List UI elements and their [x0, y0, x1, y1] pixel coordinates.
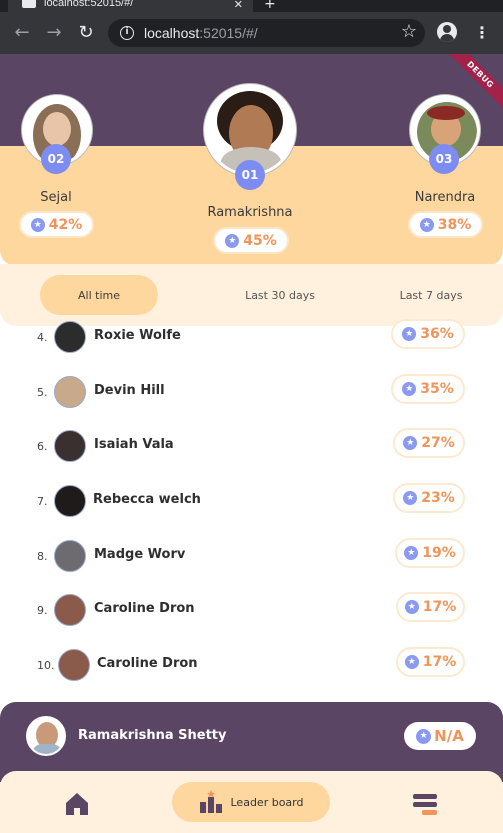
list-item[interactable]: 6. Isaiah Vala ★ 27% — [0, 420, 503, 475]
podium-percent-1: 45% — [243, 232, 277, 249]
current-user-bar: Ramakrishna Shetty ★ N/A — [0, 702, 503, 782]
row-rank: 4. — [37, 331, 48, 344]
row-percent: 19% — [422, 545, 456, 561]
list-item[interactable]: 10. Caroline Dron ★ 17% — [0, 639, 503, 694]
row-score: ★ 19% — [395, 538, 465, 568]
tab-last-7-days[interactable]: Last 7 days — [385, 275, 477, 315]
row-rank: 8. — [37, 550, 48, 563]
flutter-favicon-icon — [22, 0, 36, 8]
browser-tab[interactable]: localhost:52015/#/ ✕ — [8, 0, 253, 12]
tab-all-time[interactable]: All time — [40, 275, 158, 315]
star-badge-icon: ★ — [404, 655, 419, 669]
podium-name-2: Sejal — [40, 190, 72, 205]
current-user-percent: N/A — [434, 727, 464, 745]
row-percent: 35% — [420, 381, 454, 397]
star-badge-icon: ★ — [402, 327, 417, 341]
row-name: Isaiah Vala — [94, 437, 174, 452]
account-icon[interactable] — [437, 22, 457, 42]
row-avatar — [54, 430, 86, 462]
star-badge-icon: ★ — [225, 233, 240, 248]
row-avatar — [54, 321, 86, 353]
row-score: ★ 35% — [391, 374, 465, 404]
row-percent: 27% — [421, 435, 455, 451]
bookmark-star-icon[interactable]: ☆ — [401, 21, 417, 42]
list-item[interactable]: 8. Madge Worv ★ 19% — [0, 530, 503, 585]
row-avatar — [54, 485, 86, 517]
row-avatar — [54, 376, 86, 408]
star-badge-icon: ★ — [403, 436, 418, 450]
row-name: Rebecca welch — [93, 492, 201, 507]
reload-icon[interactable]: ↻ — [76, 23, 96, 43]
tab-last-30-days[interactable]: Last 30 days — [230, 275, 330, 315]
url-host: localhost — [144, 25, 200, 41]
row-score: ★ 17% — [396, 592, 465, 622]
podium-name-3: Narendra — [414, 190, 476, 205]
url-text: localhost:52015/#/ — [144, 25, 258, 41]
url-path: :52015/#/ — [199, 25, 258, 41]
row-avatar — [58, 649, 90, 681]
bottom-navigation: Leader board — [0, 771, 503, 833]
info-icon[interactable]: i — [120, 26, 134, 40]
current-user-score: ★ N/A — [404, 722, 476, 750]
row-percent: 36% — [420, 326, 454, 342]
current-user-name: Ramakrishna Shetty — [78, 728, 227, 743]
list-item[interactable]: 4. Roxie Wolfe ★ 36% — [0, 311, 503, 366]
podium-score-2: ★ 42% — [19, 211, 94, 238]
star-badge-icon: ★ — [404, 546, 419, 560]
podium-score-1: ★ 45% — [213, 227, 289, 254]
podium-percent-2: 42% — [48, 216, 83, 233]
browser-toolbar: ← → ↻ i localhost:52015/#/ ☆ ⋮ — [0, 12, 503, 54]
row-name: Madge Worv — [94, 547, 186, 562]
row-score: ★ 36% — [391, 319, 465, 349]
browser-menu-icon[interactable]: ⋮ — [474, 23, 490, 43]
list-item[interactable]: 9. Caroline Dron ★ 17% — [0, 584, 503, 639]
menu-icon[interactable] — [410, 789, 440, 819]
address-bar[interactable]: i localhost:52015/#/ ☆ — [108, 19, 425, 47]
star-badge-icon: ★ — [30, 217, 45, 232]
row-name: Roxie Wolfe — [94, 328, 181, 343]
row-percent: 17% — [422, 654, 457, 670]
rank-badge-3: 03 — [429, 144, 459, 174]
podium-percent-3: 38% — [437, 216, 472, 233]
new-tab-icon[interactable]: + — [264, 0, 276, 12]
star-badge-icon: ★ — [416, 728, 432, 744]
row-avatar — [54, 540, 86, 572]
star-badge-icon: ★ — [404, 600, 419, 614]
row-rank: 7. — [37, 495, 48, 508]
row-score: ★ 17% — [396, 647, 465, 677]
row-rank: 10. — [37, 659, 55, 672]
list-item[interactable]: 7. Rebecca welch ★ 23% — [0, 475, 503, 530]
tab-close-icon[interactable]: ✕ — [234, 0, 243, 11]
home-icon[interactable] — [62, 789, 92, 819]
podium-icon — [199, 790, 222, 813]
row-name: Devin Hill — [94, 383, 165, 398]
row-name: Caroline Dron — [97, 656, 198, 671]
back-icon[interactable]: ← — [12, 23, 32, 43]
row-rank: 6. — [37, 440, 48, 453]
browser-tabstrip: localhost:52015/#/ ✕ + — [0, 0, 503, 12]
row-percent: 23% — [421, 490, 455, 506]
star-badge-icon: ★ — [402, 382, 417, 396]
podium-name-1: Ramakrishna — [207, 205, 293, 220]
leaderboard-nav-label: Leader board — [230, 795, 304, 809]
rank-badge-1: 01 — [235, 160, 265, 190]
star-badge-icon: ★ — [419, 217, 434, 232]
row-rank: 5. — [37, 386, 48, 399]
leaderboard-nav-button[interactable]: Leader board — [172, 782, 330, 822]
list-item[interactable]: 5. Devin Hill ★ 35% — [0, 366, 503, 421]
podium-score-3: ★ 38% — [408, 211, 483, 238]
row-score: ★ 23% — [393, 483, 465, 513]
current-user-avatar[interactable] — [26, 716, 66, 756]
row-score: ★ 27% — [393, 428, 465, 458]
rank-badge-2: 02 — [41, 144, 71, 174]
app-viewport: DEBUG 02 Sejal ★ 42% 01 Ramakrishna ★ 45… — [0, 54, 503, 833]
row-percent: 17% — [422, 599, 457, 615]
row-rank: 9. — [37, 604, 48, 617]
forward-icon[interactable]: → — [44, 23, 64, 43]
star-badge-icon: ★ — [403, 491, 418, 505]
row-avatar — [54, 594, 86, 626]
tab-title: localhost:52015/#/ — [44, 0, 134, 8]
row-name: Caroline Dron — [94, 601, 195, 616]
